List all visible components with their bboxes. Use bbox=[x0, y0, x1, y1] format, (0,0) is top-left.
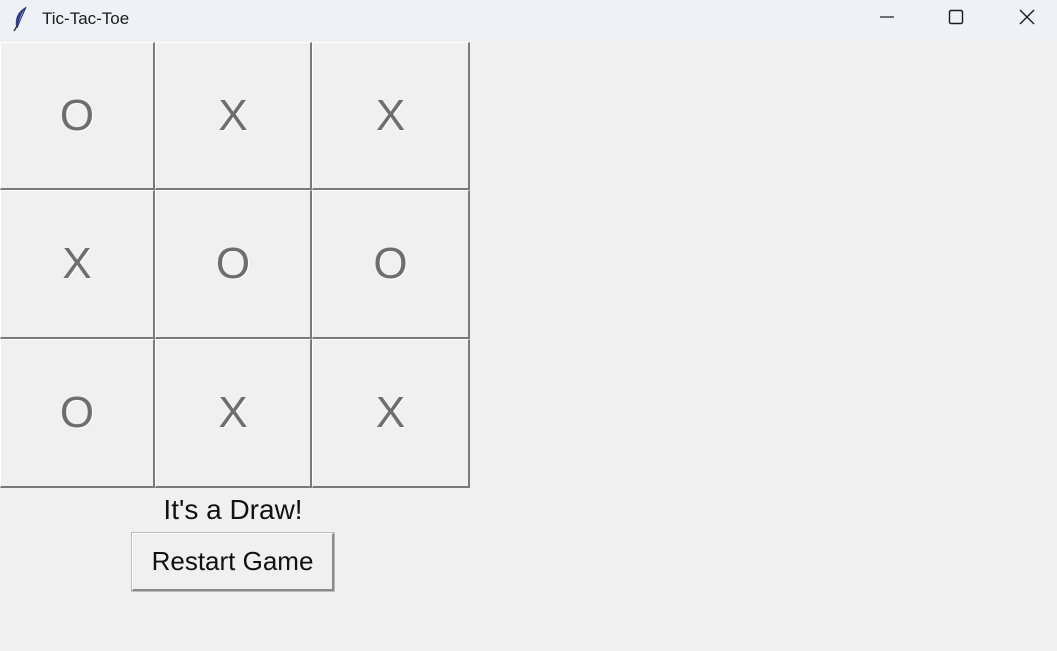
maximize-icon bbox=[948, 9, 964, 30]
title-bar[interactable]: Tic-Tac-Toe bbox=[0, 0, 1057, 38]
board-cell-5[interactable]: O bbox=[312, 190, 470, 339]
board-cell-7[interactable]: X bbox=[155, 339, 312, 488]
minimize-icon bbox=[879, 9, 895, 30]
board-cell-2[interactable]: X bbox=[312, 42, 470, 190]
app-window: Tic-Tac-Toe O X X X O O O X X It's a Dra… bbox=[0, 0, 1057, 651]
board-cell-3[interactable]: X bbox=[0, 190, 155, 339]
restart-game-button[interactable]: Restart Game bbox=[131, 532, 335, 592]
close-button[interactable] bbox=[995, 0, 1057, 38]
board-cell-4[interactable]: O bbox=[155, 190, 312, 339]
feather-icon bbox=[11, 6, 31, 32]
maximize-button[interactable] bbox=[924, 0, 988, 38]
game-board: O X X X O O O X X bbox=[0, 42, 470, 488]
board-cell-8[interactable]: X bbox=[312, 339, 470, 488]
minimize-button[interactable] bbox=[855, 0, 919, 38]
game-status-label: It's a Draw! bbox=[163, 494, 303, 525]
board-cell-1[interactable]: X bbox=[155, 42, 312, 190]
close-icon bbox=[1019, 9, 1035, 30]
window-title: Tic-Tac-Toe bbox=[42, 9, 130, 28]
board-cell-0[interactable]: O bbox=[0, 42, 155, 190]
board-cell-6[interactable]: O bbox=[0, 339, 155, 488]
